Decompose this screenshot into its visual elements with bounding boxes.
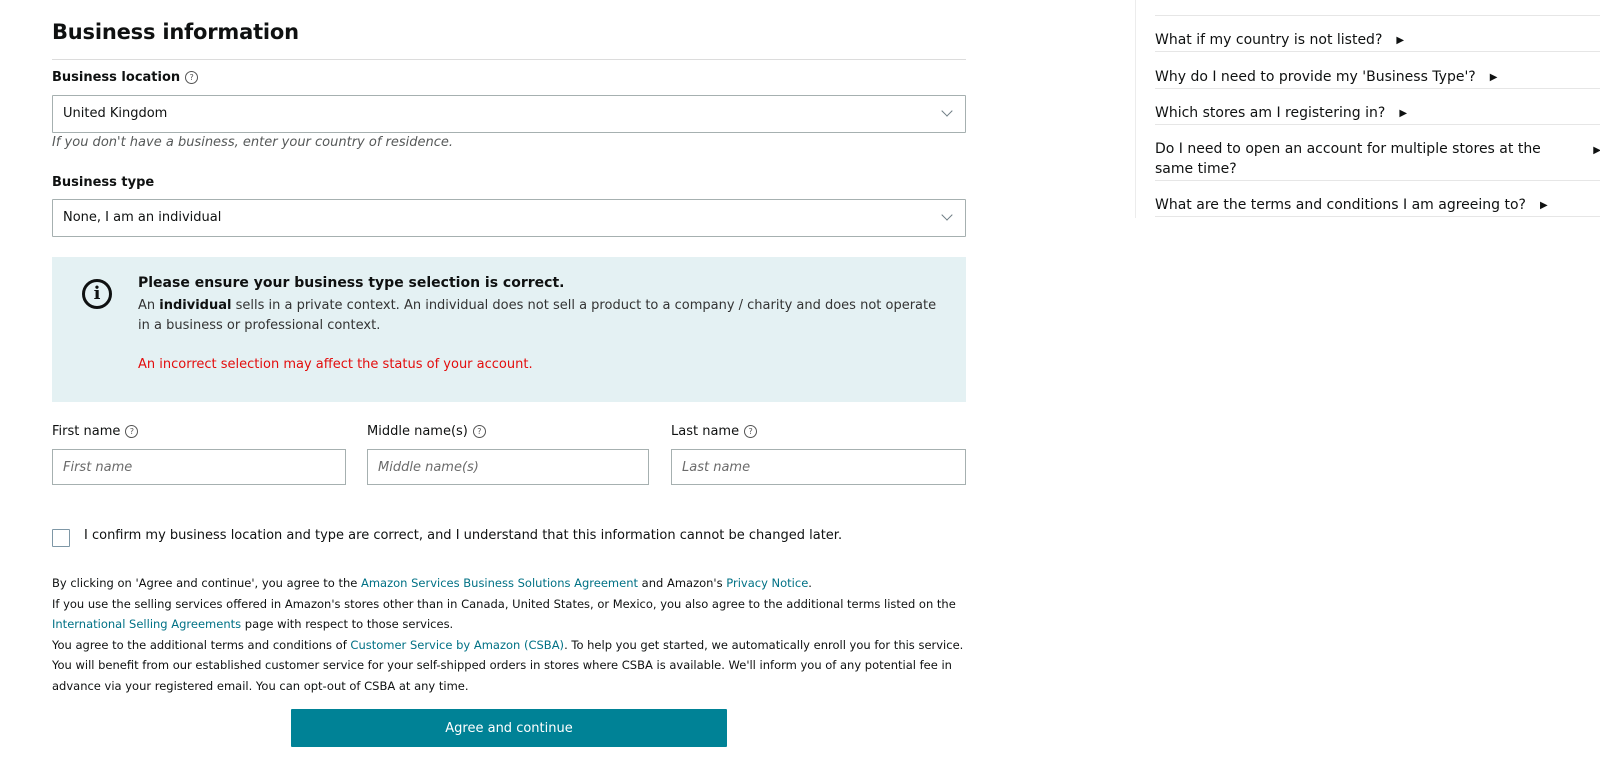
- business-location-value: United Kingdom: [63, 106, 168, 121]
- chevron-down-icon: [941, 209, 953, 221]
- business-location-select[interactable]: United Kingdom: [52, 95, 966, 133]
- faq-item[interactable]: Do I need to open an account for multipl…: [1155, 139, 1600, 181]
- chevron-down-icon: [941, 105, 953, 117]
- faq-divider: [1155, 15, 1600, 16]
- caret-right-icon: ▶: [1539, 200, 1548, 211]
- csba-link[interactable]: Customer Service by Amazon (CSBA): [350, 638, 564, 652]
- faq-divider: [1155, 51, 1600, 52]
- last-name-label: Last name ?: [671, 424, 758, 439]
- faq-divider: [1155, 88, 1600, 89]
- info-icon: i: [82, 279, 112, 309]
- middle-name-input[interactable]: [367, 449, 649, 485]
- caret-right-icon: ▶: [1399, 108, 1408, 119]
- question-circle-icon[interactable]: ?: [472, 425, 486, 438]
- business-type-label-text: Business type: [52, 175, 155, 190]
- business-type-select[interactable]: None, I am an individual: [52, 199, 966, 237]
- question-circle-icon[interactable]: ?: [185, 71, 199, 84]
- page-title: Business information: [52, 20, 299, 44]
- legal-text-1c: .: [808, 576, 812, 590]
- legal-text-3a: You agree to the additional terms and co…: [52, 637, 351, 652]
- faq-divider: [1155, 216, 1600, 217]
- middle-name-label-text: Middle name(s): [367, 424, 468, 439]
- business-location-hint: If you don't have a business, enter your…: [52, 135, 454, 150]
- question-circle-icon[interactable]: ?: [744, 425, 758, 438]
- business-type-alert: i Please ensure your business type selec…: [52, 257, 966, 402]
- alert-body-rest: sells in a private context. An individua…: [138, 298, 937, 333]
- alert-body: An individual sells in a private context…: [138, 296, 938, 336]
- faq-item[interactable]: Why do I need to provide my 'Business Ty…: [1155, 67, 1600, 89]
- faq-item-text: What if my country is not listed?: [1155, 32, 1383, 48]
- caret-right-icon: ▶: [1593, 145, 1600, 156]
- alert-warning: An incorrect selection may affect the st…: [138, 357, 533, 372]
- faq-item-text: Which stores am I registering in?: [1155, 105, 1386, 121]
- faq-panel: What if my country is not listed? ▶ Why d…: [1135, 0, 1600, 218]
- legal-text-1b: and Amazon's: [638, 576, 727, 590]
- privacy-notice-link[interactable]: Privacy Notice: [726, 576, 808, 590]
- international-selling-agreements-link[interactable]: International Selling Agreements: [52, 617, 241, 631]
- alert-body-bold: individual: [159, 298, 232, 313]
- faq-item[interactable]: What are the terms and conditions I am a…: [1155, 195, 1600, 217]
- business-location-label-text: Business location: [52, 70, 181, 85]
- last-name-label-text: Last name: [671, 424, 740, 439]
- confirm-checkbox-label[interactable]: I confirm my business location and type …: [84, 528, 842, 543]
- faq-item[interactable]: What if my country is not listed? ▶: [1155, 30, 1600, 52]
- faq-item-text: What are the terms and conditions I am a…: [1155, 197, 1526, 213]
- faq-item-text: Why do I need to provide my 'Business Ty…: [1155, 69, 1476, 85]
- faq-item-text: Do I need to open an account for multipl…: [1155, 141, 1541, 177]
- legal-text: By clicking on 'Agree and continue', you…: [52, 573, 966, 696]
- business-type-label: Business type: [52, 175, 154, 190]
- legal-text-1a: By clicking on 'Agree and continue', you…: [52, 576, 361, 590]
- agree-and-continue-button[interactable]: Agree and continue: [291, 709, 727, 747]
- legal-text-2b: page with respect to those services.: [241, 617, 454, 631]
- caret-right-icon: ▶: [1489, 72, 1498, 83]
- legal-text-2a: If you use the selling services offered …: [52, 596, 956, 611]
- business-solutions-agreement-link[interactable]: Amazon Services Business Solutions Agree…: [361, 576, 638, 590]
- first-name-label-text: First name: [52, 424, 121, 439]
- question-circle-icon[interactable]: ?: [125, 425, 139, 438]
- alert-title: Please ensure your business type selecti…: [138, 275, 565, 291]
- title-divider: [52, 59, 966, 60]
- alert-body-prefix: An: [138, 298, 160, 313]
- middle-name-label: Middle name(s) ?: [367, 424, 486, 439]
- business-type-value: None, I am an individual: [63, 210, 222, 225]
- confirm-checkbox[interactable]: [52, 529, 70, 547]
- faq-divider: [1155, 124, 1600, 125]
- last-name-input[interactable]: [671, 449, 966, 485]
- business-location-label: Business location ?: [52, 70, 199, 85]
- faq-divider: [1155, 180, 1600, 181]
- faq-item[interactable]: Which stores am I registering in? ▶: [1155, 103, 1600, 125]
- first-name-label: First name ?: [52, 424, 139, 439]
- caret-right-icon: ▶: [1396, 35, 1405, 46]
- first-name-input[interactable]: [52, 449, 346, 485]
